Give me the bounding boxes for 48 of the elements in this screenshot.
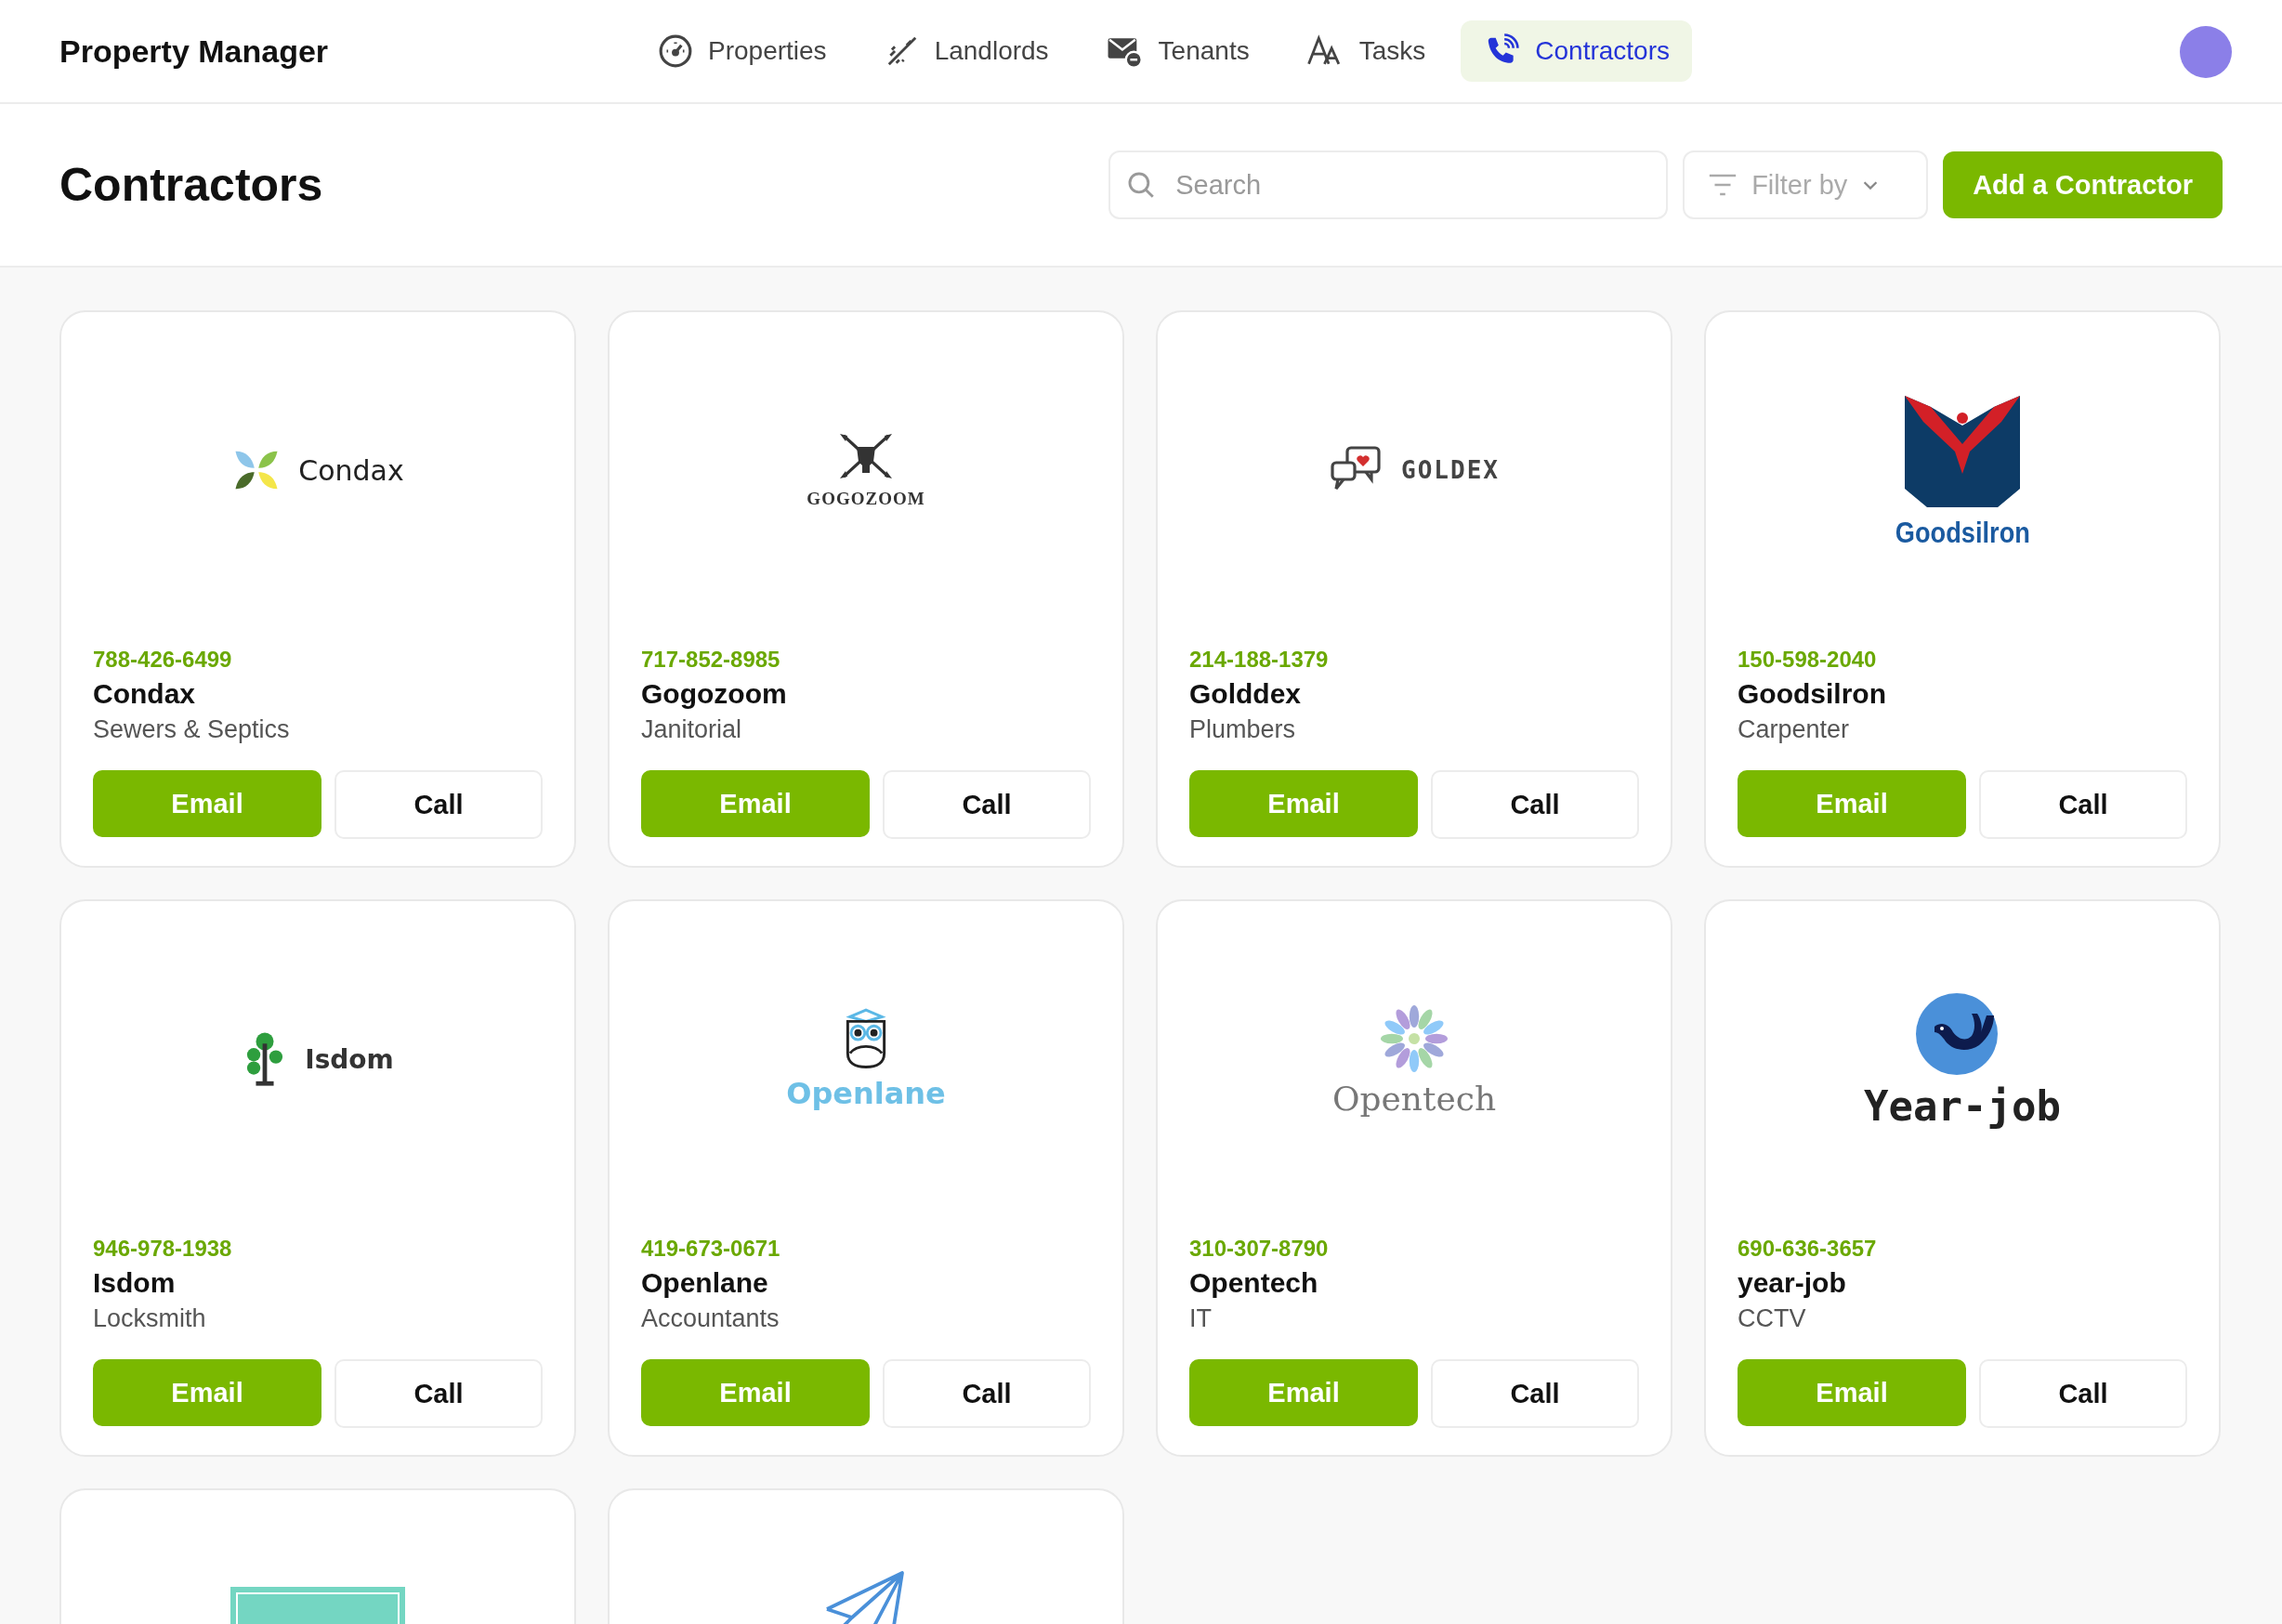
phone-number: 150-598-2040 <box>1738 647 1878 673</box>
logo-text: Condax <box>298 453 404 487</box>
nav-tab[interactable]: Contractors <box>1461 20 1692 82</box>
nav-tab[interactable]: Tasks <box>1284 20 1449 82</box>
phone-number: 690-636-3657 <box>1738 1236 1878 1262</box>
phone-number: 310-307-8790 <box>1189 1236 1330 1262</box>
logo-text: Openlane <box>786 1076 946 1111</box>
contractor-category: CCTV <box>1738 1304 1807 1333</box>
contractor-category: Plumbers <box>1189 715 1297 744</box>
contractor-name: year-job <box>1738 1267 1847 1299</box>
call-button[interactable]: Call <box>1979 1359 2187 1428</box>
app-title: Property Manager <box>59 33 330 70</box>
nav-tab[interactable]: Tenants <box>1083 20 1272 82</box>
call-button[interactable]: Call <box>883 1359 1091 1428</box>
contractor-category: Carpenter <box>1738 715 1851 744</box>
logo-text: GOLDEX <box>1401 456 1500 484</box>
logo-text: Opentech <box>1331 1079 1497 1118</box>
call-button[interactable]: Call <box>1431 770 1639 839</box>
call-button[interactable]: Call <box>883 770 1091 839</box>
page-title: Contractors <box>59 158 323 212</box>
contractor-name: Gogozoom <box>641 678 788 710</box>
call-button[interactable]: Call <box>1979 770 2187 839</box>
phone-number: 946-978-1938 <box>93 1236 233 1262</box>
phone-number: 214-188-1379 <box>1189 647 1330 673</box>
logo-text: Year-job <box>1864 1081 2061 1130</box>
search-field[interactable]: Search <box>1108 151 1669 219</box>
contractor-name: Openlane <box>641 1267 769 1299</box>
phone-number: 419-673-0671 <box>641 1236 781 1262</box>
contractor-category: Sewers & Septics <box>93 715 291 744</box>
logo-text: Goodsilron <box>1895 515 2030 550</box>
contractor-name: Goodsilron <box>1738 678 1887 710</box>
contractor-category: Locksmith <box>93 1304 207 1333</box>
phone-number: 717-852-8985 <box>641 647 781 673</box>
contractor-category: Janitorial <box>641 715 743 744</box>
phone-number: 788-426-6499 <box>93 647 233 673</box>
nav-tab[interactable]: Landlords <box>861 20 1071 82</box>
contractor-category: Accountants <box>641 1304 780 1333</box>
contractor-name: Isdom <box>93 1267 177 1299</box>
contractor-name: Condax <box>93 678 196 710</box>
call-button[interactable]: Call <box>334 1359 543 1428</box>
call-button[interactable]: Call <box>1431 1359 1639 1428</box>
logo-text: GOGOZOOM <box>807 489 925 509</box>
contractor-name: Opentech <box>1189 1267 1319 1299</box>
contractor-name: Golddex <box>1189 678 1302 710</box>
contractor-category: IT <box>1189 1304 1213 1333</box>
call-button[interactable]: Call <box>334 770 543 839</box>
logo-text: Isdom <box>305 1043 394 1075</box>
nav-tab[interactable]: Properties <box>636 20 849 82</box>
